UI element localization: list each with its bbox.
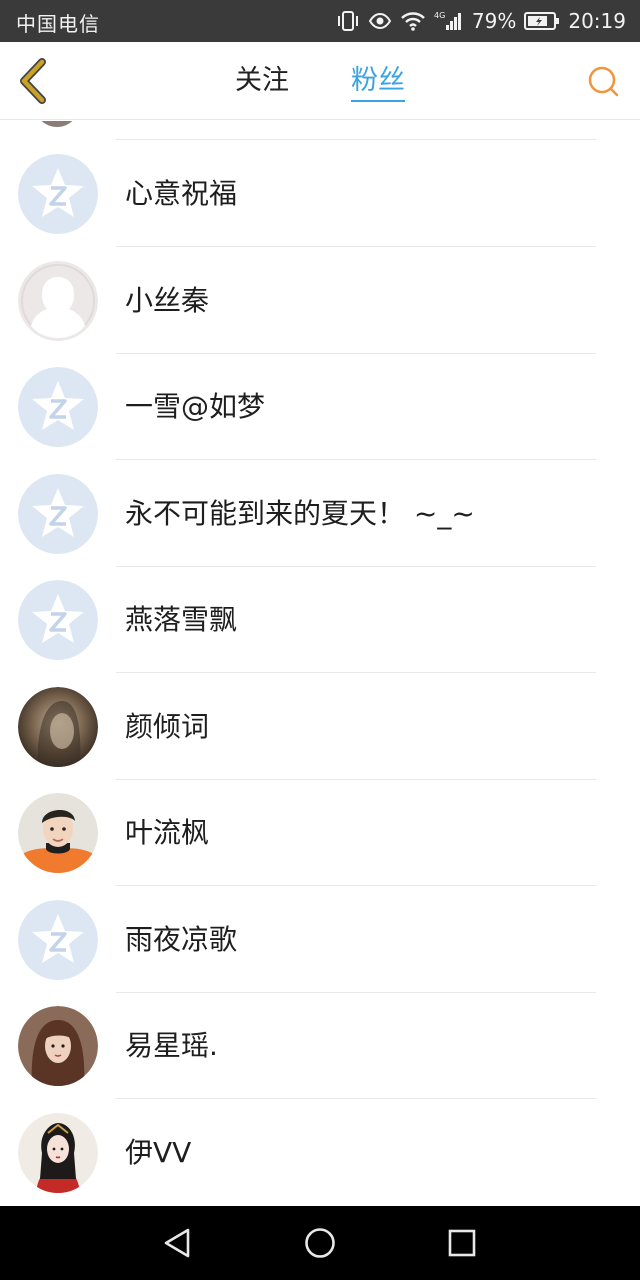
tab-following[interactable]: 关注 [235, 42, 289, 120]
avatar [34, 121, 80, 127]
status-bar: 中国电信 4G 79% 20:19 [0, 0, 640, 42]
list-item[interactable]: 伊VV [0, 1099, 640, 1206]
fan-name: 一雪@如梦 [125, 390, 266, 423]
fan-name: 燕落雪飘 [125, 603, 238, 636]
vibrate-icon [336, 10, 360, 32]
default-avatar-icon [18, 474, 98, 554]
fans-list: 心意祝福 小丝秦 一雪@如梦 永不可能到来的夏天！ ~_~ 燕落雪飘 颜倾词 叶… [0, 121, 640, 1206]
default-avatar-icon [18, 367, 98, 447]
signal-icon: 4G [434, 10, 464, 32]
photo-avatar [18, 687, 98, 767]
home-nav-button[interactable] [303, 1226, 337, 1260]
top-nav: 关注 粉丝 [0, 42, 640, 120]
search-button[interactable] [586, 64, 622, 100]
list-item[interactable]: 易星瑶. [0, 992, 640, 1099]
photo-avatar [18, 1113, 98, 1193]
triangle-back-icon [164, 1228, 190, 1258]
list-item[interactable]: 燕落雪飘 [0, 566, 640, 673]
circle-home-icon [305, 1228, 335, 1258]
photo-avatar [18, 1006, 98, 1086]
fan-name: 易星瑶. [125, 1029, 218, 1062]
fan-name: 心意祝福 [125, 177, 238, 210]
photo-avatar [18, 793, 98, 873]
default-avatar-icon [18, 154, 98, 234]
fan-name: 永不可能到来的夏天！ ~_~ [125, 497, 475, 530]
list-item[interactable]: 心意祝福 [0, 140, 640, 247]
fan-name: 小丝秦 [125, 284, 210, 317]
carrier-label: 中国电信 [16, 12, 100, 36]
search-icon [588, 66, 619, 97]
tab-fans[interactable]: 粉丝 [351, 42, 405, 120]
recents-nav-button[interactable] [445, 1226, 479, 1260]
list-item[interactable]: 颜倾词 [0, 673, 640, 780]
back-nav-button[interactable] [161, 1226, 195, 1260]
list-item[interactable]: 永不可能到来的夏天！ ~_~ [0, 460, 640, 567]
tab-bar: 关注 粉丝 [0, 42, 640, 120]
square-recents-icon [448, 1229, 476, 1257]
network-type-label: 4G [434, 11, 445, 20]
default-avatar-icon [18, 580, 98, 660]
list-item[interactable]: 一雪@如梦 [0, 353, 640, 460]
system-nav-bar [0, 1206, 640, 1280]
list-item[interactable]: 小丝秦 [0, 247, 640, 354]
fan-name: 颜倾词 [125, 710, 210, 743]
battery-icon [524, 11, 560, 31]
wifi-icon [400, 10, 426, 32]
clock: 20:19 [568, 9, 626, 33]
list-item[interactable]: 叶流枫 [0, 779, 640, 886]
eye-icon [368, 10, 392, 32]
fan-name: 伊VV [125, 1136, 192, 1169]
list-item[interactable]: 雨夜凉歌 [0, 886, 640, 993]
battery-percent: 79% [471, 9, 517, 33]
fan-name: 雨夜凉歌 [125, 923, 238, 956]
status-icons: 4G 79% 20:19 [336, 7, 626, 35]
fan-name: 叶流枫 [125, 816, 210, 849]
silhouette-avatar-icon [18, 261, 98, 341]
default-avatar-icon [18, 900, 98, 980]
